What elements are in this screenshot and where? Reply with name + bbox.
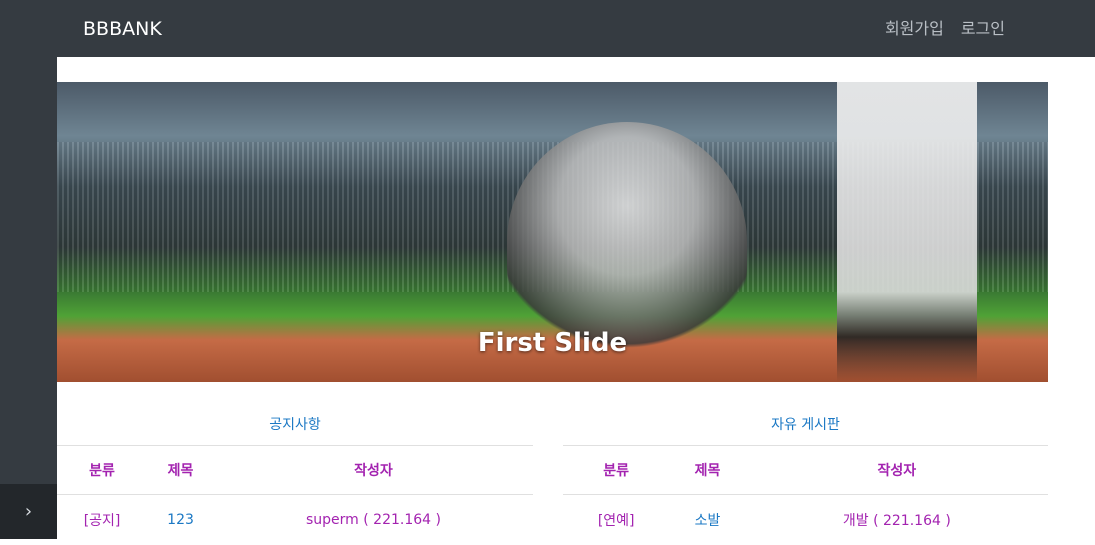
nav-link-signup[interactable]: 회원가입 (885, 18, 944, 40)
row-category: [공지] (57, 495, 147, 545)
notice-board: 공지사항 분류 제목 작성자 [공지] 123 superm ( 221.164… (57, 405, 533, 545)
top-navbar: BBBANK 회원가입 로그인 (57, 0, 1095, 57)
notice-board-title[interactable]: 공지사항 (57, 405, 533, 446)
row-category: [연예] (563, 495, 669, 545)
table-header-row: 분류 제목 작성자 (563, 446, 1048, 495)
brand-logo-link[interactable]: BBBANK (83, 17, 162, 41)
catcher-image (507, 122, 747, 362)
row-author: superm ( 221.164 ) (214, 495, 533, 545)
notice-table: 분류 제목 작성자 [공지] 123 superm ( 221.164 ) (57, 446, 533, 545)
nav-link-login[interactable]: 로그인 (961, 18, 1005, 40)
row-title-link[interactable]: 123 (147, 495, 214, 545)
free-board-title[interactable]: 자유 게시판 (563, 405, 1048, 446)
column-header-author: 작성자 (746, 446, 1048, 495)
column-header-title: 제목 (147, 446, 214, 495)
hero-carousel[interactable]: First Slide (57, 82, 1048, 382)
chevron-right-icon: › (25, 501, 32, 522)
sidebar: › (0, 0, 57, 539)
sidebar-toggle-button[interactable]: › (0, 484, 57, 539)
row-title-link[interactable]: 소발 (669, 495, 745, 545)
table-header-row: 분류 제목 작성자 (57, 446, 533, 495)
free-board: 자유 게시판 분류 제목 작성자 [연예] 소발 개발 ( 221.164 ) (563, 405, 1048, 545)
nav-links: 회원가입 로그인 (885, 18, 1005, 40)
row-author: 개발 ( 221.164 ) (746, 495, 1048, 545)
free-board-table: 분류 제목 작성자 [연예] 소발 개발 ( 221.164 ) (563, 446, 1048, 545)
slide-caption: First Slide (57, 328, 1048, 358)
table-row[interactable]: [연예] 소발 개발 ( 221.164 ) (563, 495, 1048, 545)
table-row[interactable]: [공지] 123 superm ( 221.164 ) (57, 495, 533, 545)
column-header-title: 제목 (669, 446, 745, 495)
column-header-author: 작성자 (214, 446, 533, 495)
column-header-category: 분류 (563, 446, 669, 495)
column-header-category: 분류 (57, 446, 147, 495)
